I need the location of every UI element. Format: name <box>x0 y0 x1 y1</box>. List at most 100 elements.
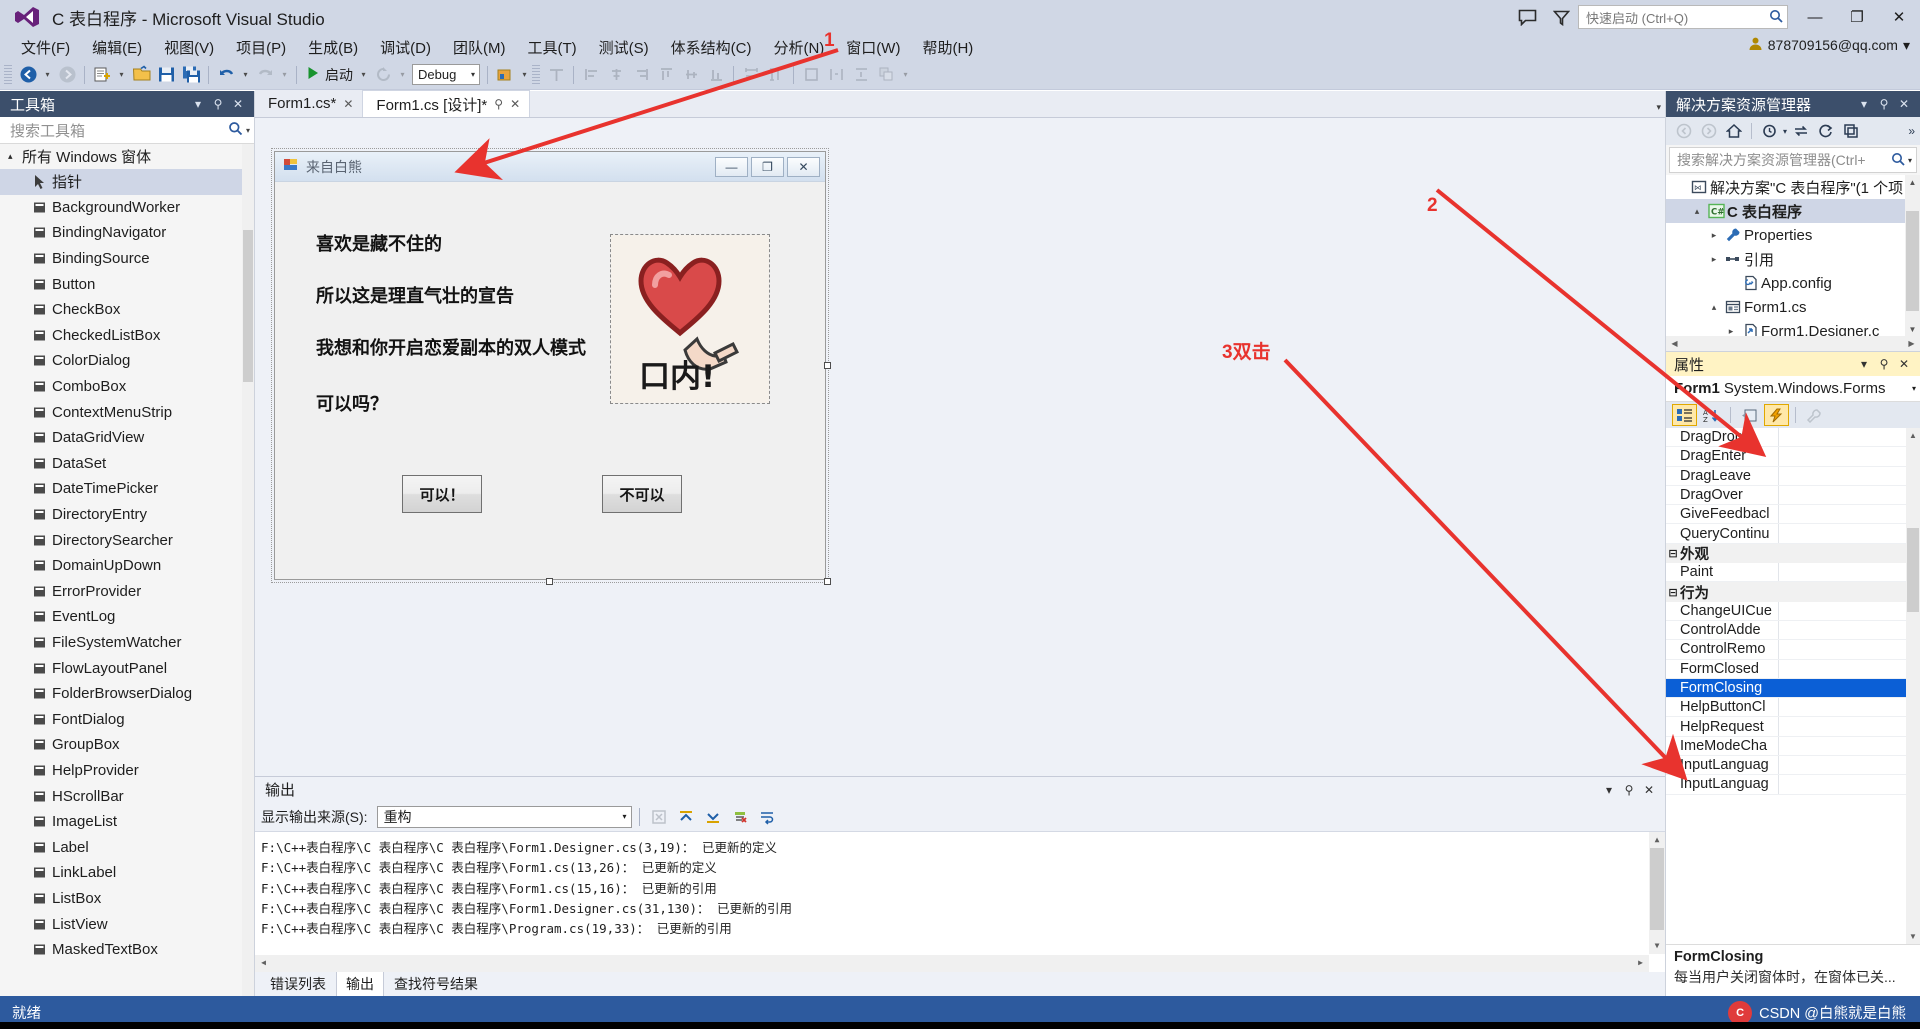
properties-category-header[interactable]: ⊟ 外观 <box>1666 543 1920 564</box>
close-icon[interactable]: ✕ <box>1894 353 1914 375</box>
horizontal-spacing-icon[interactable] <box>824 63 848 87</box>
properties-row-value[interactable] <box>1778 640 1920 659</box>
output-vertical-scrollbar[interactable]: ▲ ▼ <box>1649 832 1665 954</box>
solution-tree-scrollbar[interactable]: ▲ ▼ <box>1905 175 1920 336</box>
toolbox-item-label[interactable]: Label <box>0 834 254 860</box>
properties-row-value[interactable] <box>1778 659 1920 678</box>
solution-tree-item[interactable]: ▸ Properties <box>1666 223 1920 247</box>
resize-handle-corner[interactable] <box>824 578 831 585</box>
solution-explorer-search-input[interactable]: 搜索解决方案资源管理器(Ctrl+ ▾ <box>1669 147 1917 173</box>
form-label-3[interactable]: 我想和你开启恋爱副本的双人模式 <box>316 334 586 360</box>
properties-row-value[interactable] <box>1778 717 1920 736</box>
toolbox-item-listview[interactable]: ListView <box>0 911 254 937</box>
sync-icon[interactable] <box>1789 120 1812 142</box>
scroll-down-arrow-icon[interactable]: ▼ <box>1649 938 1665 954</box>
property-pages-wrench-icon[interactable] <box>1802 404 1827 426</box>
align-lefts-icon[interactable] <box>579 63 603 87</box>
scroll-right-arrow-icon[interactable]: ▶ <box>1632 957 1649 970</box>
tab-form1-cs[interactable]: Form1.cs* ✕ <box>255 90 363 117</box>
resize-handle-bottom[interactable] <box>546 578 553 585</box>
make-same-height-icon[interactable] <box>764 63 788 87</box>
toolbox-item-checkedlistbox[interactable]: CheckedListBox <box>0 323 254 349</box>
expander-icon[interactable]: ▸ <box>1723 326 1739 337</box>
toolbox-item-folderbrowserdialog[interactable]: FolderBrowserDialog <box>0 681 254 707</box>
restart-dropdown[interactable]: ▾ <box>396 63 409 87</box>
tab-error-list[interactable]: 错误列表 <box>261 971 335 997</box>
toolbox-item-button[interactable]: Button <box>0 271 254 297</box>
form-button-no[interactable]: 不可以 <box>602 475 682 513</box>
properties-object-selector[interactable]: Form1 System.Windows.Forms ▾ <box>1666 376 1920 402</box>
toolbox-item-datagridview[interactable]: DataGridView <box>0 425 254 451</box>
collapse-icon[interactable]: ⊟ <box>1666 547 1680 560</box>
properties-row-value[interactable] <box>1778 736 1920 756</box>
winforms-designer-surface[interactable]: 来自白熊 — ❐ ✕ 喜欢是藏不住的 所以这是理直气壮的宣告 我想和你开启恋爱副… <box>255 118 1665 776</box>
scroll-up-arrow-icon[interactable]: ▲ <box>1905 175 1920 189</box>
menu-item-project[interactable]: 项目(P) <box>225 35 297 60</box>
scroll-down-arrow-icon[interactable]: ▼ <box>1906 929 1920 944</box>
pin-icon[interactable]: ⚲ <box>208 93 228 115</box>
menu-item-edit[interactable]: 编辑(E) <box>81 35 153 60</box>
toolbox-item-bindingsource[interactable]: BindingSource <box>0 246 254 272</box>
toolbox-item-checkbox[interactable]: CheckBox <box>0 297 254 323</box>
properties-row[interactable]: GiveFeedbacl <box>1666 505 1920 525</box>
menu-item-build[interactable]: 生成(B) <box>297 35 369 60</box>
attach-to-process-icon[interactable] <box>493 63 517 87</box>
properties-row[interactable]: ControlRemo <box>1666 640 1920 660</box>
properties-page-icon[interactable] <box>1737 404 1762 426</box>
toolbox-item-list[interactable]: ▴ 所有 Windows 窗体 指针 BackgroundWorker Bindin… <box>0 144 254 996</box>
collapse-all-icon[interactable] <box>1839 120 1862 142</box>
form-label-4[interactable]: 可以吗？ <box>316 390 388 416</box>
properties-scrollbar[interactable]: ▲ ▼ <box>1906 428 1920 944</box>
properties-row-value[interactable] <box>1778 678 1920 698</box>
chevron-down-icon[interactable]: ▾ <box>1599 779 1619 801</box>
minimize-button[interactable]: — <box>1794 0 1836 34</box>
form-label-1[interactable]: 喜欢是藏不住的 <box>316 230 442 256</box>
home-icon[interactable] <box>1722 120 1745 142</box>
toolbox-scroll-thumb[interactable] <box>243 230 253 382</box>
start-debug-button[interactable]: 启动 <box>302 65 356 85</box>
properties-row[interactable]: DragLeave <box>1666 466 1920 486</box>
open-file-icon[interactable] <box>129 63 153 87</box>
properties-row[interactable]: FormClosing <box>1666 678 1920 699</box>
properties-row-value[interactable] <box>1778 756 1920 775</box>
toolbox-item-directorysearcher[interactable]: DirectorySearcher <box>0 527 254 553</box>
navigate-backward-dropdown[interactable]: ▾ <box>41 63 54 87</box>
align-rights-icon[interactable] <box>629 63 653 87</box>
properties-row[interactable]: ChangeUICue <box>1666 601 1920 621</box>
properties-scroll-thumb[interactable] <box>1907 528 1919 612</box>
toolbox-item-fontdialog[interactable]: FontDialog <box>0 706 254 732</box>
properties-row-value[interactable] <box>1778 620 1920 640</box>
toolbox-scrollbar[interactable] <box>242 144 254 996</box>
solution-tree-item[interactable]: ▴ Form1.cs <box>1666 295 1920 319</box>
toolbar-overflow-icon[interactable]: » <box>1908 124 1915 138</box>
new-project-dropdown[interactable]: ▾ <box>115 63 128 87</box>
menu-item-help[interactable]: 帮助(H) <box>911 35 984 60</box>
toolbox-item-hscrollbar[interactable]: HScrollBar <box>0 783 254 809</box>
expander-icon[interactable]: ▴ <box>1689 206 1705 217</box>
close-icon[interactable]: ✕ <box>510 97 520 111</box>
save-icon[interactable] <box>154 63 178 87</box>
properties-row[interactable]: HelpRequest <box>1666 717 1920 737</box>
scroll-up-arrow-icon[interactable]: ▲ <box>1649 832 1665 848</box>
align-bottoms-icon[interactable] <box>704 63 728 87</box>
restart-icon[interactable] <box>371 63 395 87</box>
scroll-left-arrow-icon[interactable]: ◀ <box>255 957 272 970</box>
undo-dropdown[interactable]: ▾ <box>239 63 252 87</box>
jump-prev-icon[interactable] <box>674 805 698 829</box>
properties-row[interactable]: QueryContinu <box>1666 524 1920 544</box>
make-same-width-icon[interactable] <box>739 63 763 87</box>
properties-category-header[interactable]: ⊟ 行为 <box>1666 582 1920 602</box>
chevron-down-icon[interactable]: ▾ <box>1912 384 1916 393</box>
properties-row-value[interactable] <box>1778 447 1920 466</box>
output-horizontal-scrollbar[interactable]: ◀ ▶ <box>255 955 1649 972</box>
pin-icon[interactable]: ⚲ <box>1874 93 1894 115</box>
toolbox-item-datetimepicker[interactable]: DateTimePicker <box>0 476 254 502</box>
properties-row-value[interactable] <box>1778 563 1920 582</box>
menu-item-test[interactable]: 测试(S) <box>588 35 660 60</box>
maximize-button[interactable]: ❐ <box>1836 0 1878 34</box>
toolbox-search-input[interactable]: 搜索工具箱 ▾ <box>0 117 254 144</box>
redo-icon[interactable] <box>253 63 277 87</box>
properties-row-value[interactable] <box>1778 466 1920 485</box>
form-client-area[interactable]: 喜欢是藏不住的 所以这是理直气壮的宣告 我想和你开启恋爱副本的双人模式 可以吗？ <box>275 182 825 580</box>
toolbox-item-domainupdown[interactable]: DomainUpDown <box>0 553 254 579</box>
